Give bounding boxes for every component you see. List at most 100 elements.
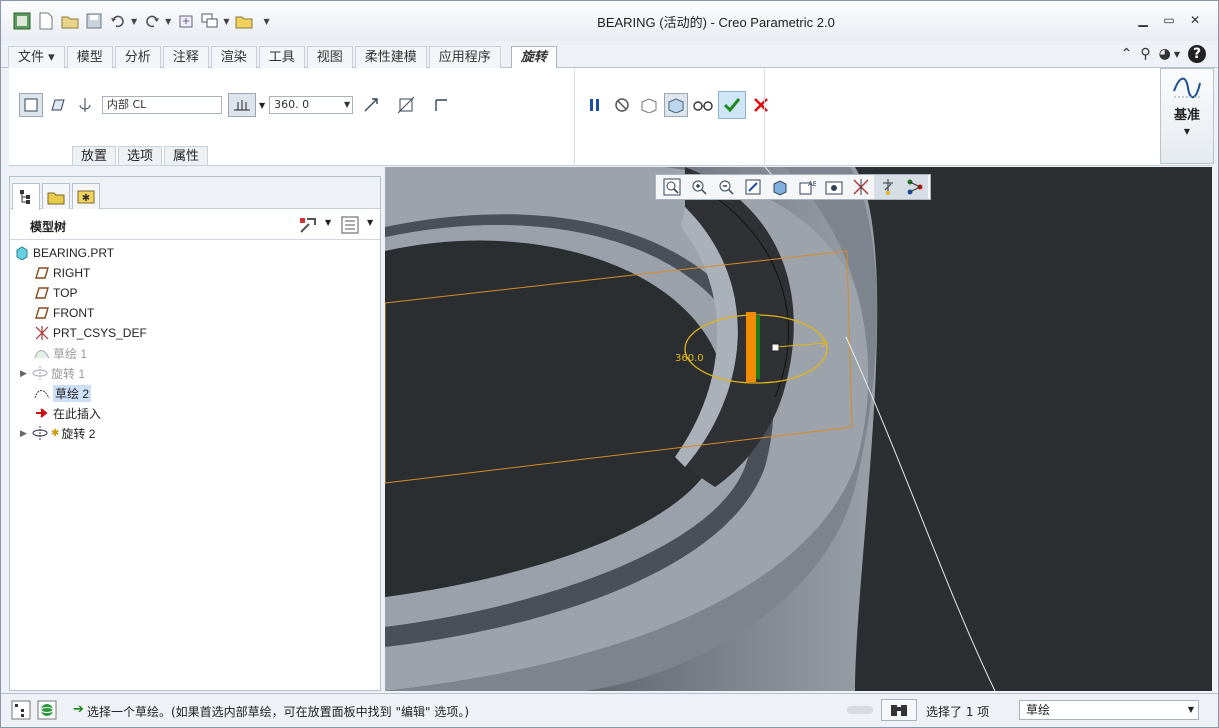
placement-panel-tab[interactable]: 放置 — [72, 146, 117, 166]
community-dropdown-icon[interactable]: ▼ — [1174, 50, 1180, 59]
svg-text:AB: AB — [808, 180, 816, 188]
tree-item-revolve-1[interactable]: ▶ 旋转 1 — [20, 363, 85, 383]
datum-curve-icon — [1173, 77, 1201, 99]
sketch-collector[interactable]: 内部 CL — [102, 96, 222, 114]
tab-annotate[interactable]: 注释 — [162, 46, 209, 68]
selection-filter[interactable]: 草绘 ▼ — [1019, 700, 1199, 720]
datum-label: 基准 — [1173, 108, 1200, 123]
graphics-window[interactable]: 360.0 AB — [385, 167, 1212, 691]
tab-applications[interactable]: 应用程序 — [428, 46, 501, 68]
surface-icon[interactable] — [46, 93, 70, 117]
geometry-preview-icon[interactable] — [637, 93, 661, 117]
annotation-display-icon[interactable] — [901, 175, 928, 199]
close-icon[interactable]: ✕ — [1182, 13, 1208, 27]
revolve-icon — [32, 425, 48, 441]
angle-dropdown-icon[interactable]: ▼ — [344, 97, 350, 113]
axis-icon[interactable] — [73, 93, 97, 117]
solid-icon[interactable] — [19, 93, 43, 117]
angle-dimension-label[interactable]: 360.0 — [675, 353, 704, 364]
tree-item-prt-csys-def[interactable]: PRT_CSYS_DEF — [34, 323, 147, 343]
zoom-in-icon[interactable] — [685, 175, 712, 199]
selection-count[interactable]: 选择了 1 项 — [926, 703, 989, 720]
tab-render[interactable]: 渲染 — [210, 46, 257, 68]
show-columns-icon[interactable] — [341, 216, 359, 237]
cancel-x-icon[interactable] — [749, 93, 773, 117]
saved-orientations-icon[interactable]: AB — [793, 175, 820, 199]
ribbon-separator-2 — [764, 68, 765, 166]
expand-arrow-icon[interactable]: ▶ — [20, 428, 32, 439]
tree-settings-dropdown-icon[interactable]: ▼ — [325, 218, 331, 227]
tab-file[interactable]: 文件 ▾ — [8, 46, 65, 68]
tree-item-revolve-2[interactable]: ▶ ✱ 旋转 2 — [20, 423, 95, 443]
toggle-browser-icon[interactable] — [37, 700, 57, 723]
help-icon[interactable]: ? — [1188, 45, 1206, 63]
tab-model[interactable]: 模型 — [66, 46, 113, 68]
datum-button[interactable]: 基准 ▼ — [1160, 68, 1214, 164]
restore-icon[interactable]: ▭ — [1156, 13, 1182, 27]
properties-panel-tab[interactable]: 属性 — [164, 146, 209, 166]
model-tree-tab-icon[interactable] — [12, 183, 40, 210]
feature-preview-icon[interactable] — [664, 93, 688, 117]
thicken-icon[interactable] — [429, 93, 453, 117]
tree-item-bearing-prt[interactable]: BEARING.PRT — [14, 243, 114, 263]
refit-icon[interactable] — [658, 175, 685, 199]
ribbon-separator — [574, 68, 575, 166]
tree-item-front[interactable]: FRONT — [34, 303, 94, 323]
collapse-ribbon-icon[interactable]: ⌃ — [1121, 46, 1133, 62]
options-panel-tab[interactable]: 选项 — [118, 146, 163, 166]
status-message: 选择一个草绘。(如果首选内部草绘，可在放置面板中找到 "编辑" 选项。) — [87, 705, 470, 719]
repaint-icon[interactable] — [739, 175, 766, 199]
navigator-tabs: ✱ — [10, 177, 380, 210]
pause-icon[interactable] — [583, 93, 607, 117]
datum-dropdown-icon: ▼ — [1183, 127, 1191, 136]
datum-plane-icon — [34, 285, 50, 301]
revolve-icon — [32, 365, 48, 381]
tab-view[interactable]: 视图 — [306, 46, 353, 68]
angle-type-dropdown-icon[interactable]: ▼ — [259, 101, 265, 110]
tree-item-sketch-1[interactable]: 草绘 1 — [34, 343, 87, 363]
csys-icon — [34, 325, 50, 341]
remove-material-icon[interactable] — [394, 93, 418, 117]
expand-arrow-icon[interactable]: ▶ — [20, 368, 32, 379]
ok-check-icon[interactable] — [718, 91, 746, 119]
search-icon[interactable]: ⚲ — [1140, 46, 1150, 62]
zoom-out-icon[interactable] — [712, 175, 739, 199]
datum-display-filters-icon[interactable] — [847, 175, 874, 199]
revolve-dashboard: 内部 CL ▼ 360. 0 ▼ 放置 选项 属性 基准 ▼ — [9, 68, 1214, 166]
tree-settings-icon[interactable] — [298, 216, 318, 237]
ribbon-tab-bar: 文件 ▾ 模型 分析 注释 渲染 工具 视图 柔性建模 应用程序 旋转 ⌃ ⚲ … — [1, 41, 1218, 69]
tab-revolve[interactable]: 旋转 — [510, 46, 557, 69]
tree-item-right[interactable]: RIGHT — [34, 263, 90, 283]
datum-plane-icon — [34, 265, 50, 281]
status-bar: ➔ 选择一个草绘。(如果首选内部草绘，可在放置面板中找到 "编辑" 选项。) 选… — [1, 693, 1218, 727]
show-dropdown-icon[interactable]: ▼ — [367, 218, 373, 227]
favorites-tab-icon[interactable]: ✱ — [72, 183, 100, 209]
model-tree-header: 模型树 ▼ ▼ — [10, 210, 380, 240]
angle-group: ▼ 360. 0 ▼ — [228, 92, 456, 118]
help-icons: ⌃ ⚲ ◕ ▼ ? — [1113, 45, 1206, 63]
revolve-type-group: 内部 CL — [19, 92, 222, 118]
community-icon[interactable]: ◕ — [1159, 46, 1171, 62]
dashboard-panels: 放置 选项 属性 — [72, 146, 210, 166]
variable-angle-icon[interactable] — [228, 93, 256, 117]
tab-analysis[interactable]: 分析 — [114, 46, 161, 68]
application-window: ▼ ▼ ▼ ▼ BEARING (活动的) - Creo Parametric … — [0, 0, 1219, 728]
tab-tools[interactable]: 工具 — [258, 46, 305, 68]
flip-direction-icon[interactable] — [359, 93, 383, 117]
no-preview-icon[interactable] — [610, 93, 634, 117]
toggle-navigator-icon[interactable] — [11, 700, 31, 723]
view-manager-icon[interactable] — [820, 175, 847, 199]
window-title: BEARING (活动的) - Creo Parametric 2.0 — [597, 15, 835, 30]
display-style-icon[interactable] — [766, 175, 793, 199]
tab-flexible-modeling[interactable]: 柔性建模 — [354, 46, 427, 68]
minimize-icon[interactable]: ▁ — [1130, 13, 1156, 27]
tree-item-insert-here[interactable]: 在此插入 — [34, 403, 101, 423]
angle-input[interactable]: 360. 0 ▼ — [269, 96, 354, 114]
folder-browser-tab-icon[interactable] — [42, 183, 70, 209]
filter-dropdown-icon[interactable]: ▼ — [1188, 701, 1194, 719]
spin-center-icon[interactable] — [874, 175, 901, 199]
find-binoculars-icon[interactable] — [881, 699, 917, 721]
tree-item-sketch-2[interactable]: 草绘 2 — [34, 383, 92, 403]
verify-glasses-icon[interactable] — [691, 93, 715, 117]
tree-item-top[interactable]: TOP — [34, 283, 77, 303]
